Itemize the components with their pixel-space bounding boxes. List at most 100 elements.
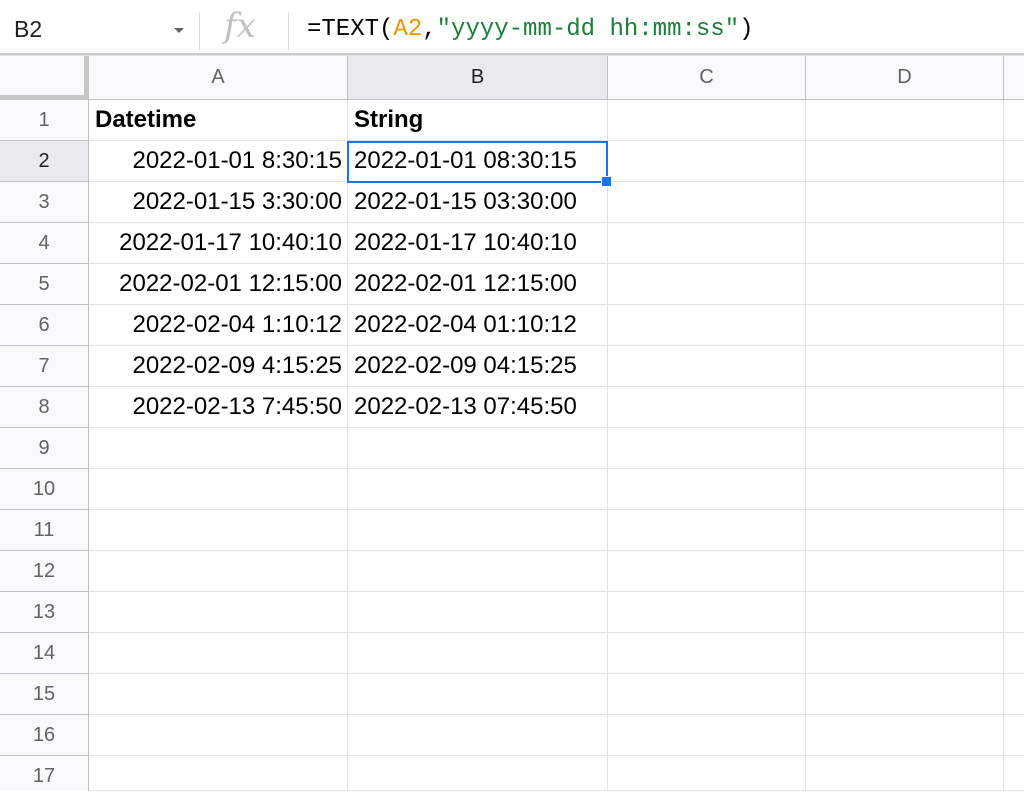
cell-a14[interactable]	[89, 633, 348, 674]
cell-d5[interactable]	[806, 264, 1004, 305]
row-header-12[interactable]: 12	[0, 551, 89, 592]
row-header-3[interactable]: 3	[0, 182, 89, 223]
row-header-16[interactable]: 16	[0, 715, 89, 756]
cell-a6[interactable]: 2022-02-04 1:10:12	[89, 305, 348, 346]
cell-b16[interactable]	[348, 715, 608, 756]
row-header-15[interactable]: 15	[0, 674, 89, 715]
cell-b4[interactable]: 2022-01-17 10:40:10	[348, 223, 608, 264]
column-header-d[interactable]: D	[806, 56, 1004, 100]
cell-e5[interactable]	[1004, 264, 1024, 305]
cell-c3[interactable]	[608, 182, 806, 223]
cell-e12[interactable]	[1004, 551, 1024, 592]
cell-a15[interactable]	[89, 674, 348, 715]
cell-e4[interactable]	[1004, 223, 1024, 264]
cell-e7[interactable]	[1004, 346, 1024, 387]
cell-d8[interactable]	[806, 387, 1004, 428]
cell-c11[interactable]	[608, 510, 806, 551]
cell-c15[interactable]	[608, 674, 806, 715]
cell-a9[interactable]	[89, 428, 348, 469]
name-box-dropdown-icon[interactable]	[174, 28, 184, 33]
cell-e16[interactable]	[1004, 715, 1024, 756]
cell-c4[interactable]	[608, 223, 806, 264]
cell-c6[interactable]	[608, 305, 806, 346]
cell-b8[interactable]: 2022-02-13 07:45:50	[348, 387, 608, 428]
cell-b2[interactable]: 2022-01-01 08:30:15	[348, 141, 608, 182]
cell-c16[interactable]	[608, 715, 806, 756]
cell-e8[interactable]	[1004, 387, 1024, 428]
cell-a17[interactable]	[89, 756, 348, 791]
row-header-5[interactable]: 5	[0, 264, 89, 305]
cell-e3[interactable]	[1004, 182, 1024, 223]
cell-d6[interactable]	[806, 305, 1004, 346]
cell-d11[interactable]	[806, 510, 1004, 551]
cell-a13[interactable]	[89, 592, 348, 633]
cell-b13[interactable]	[348, 592, 608, 633]
cell-e6[interactable]	[1004, 305, 1024, 346]
row-header-10[interactable]: 10	[0, 469, 89, 510]
cell-a4[interactable]: 2022-01-17 10:40:10	[89, 223, 348, 264]
cell-e17[interactable]	[1004, 756, 1024, 791]
cell-d15[interactable]	[806, 674, 1004, 715]
cell-d1[interactable]	[806, 100, 1004, 141]
row-header-8[interactable]: 8	[0, 387, 89, 428]
cell-d13[interactable]	[806, 592, 1004, 633]
column-header-e[interactable]	[1004, 56, 1024, 100]
cell-e9[interactable]	[1004, 428, 1024, 469]
cell-c5[interactable]	[608, 264, 806, 305]
cell-b3[interactable]: 2022-01-15 03:30:00	[348, 182, 608, 223]
cell-a10[interactable]	[89, 469, 348, 510]
cell-b5[interactable]: 2022-02-01 12:15:00	[348, 264, 608, 305]
cell-a12[interactable]	[89, 551, 348, 592]
row-header-4[interactable]: 4	[0, 223, 89, 264]
cell-e15[interactable]	[1004, 674, 1024, 715]
row-header-2[interactable]: 2	[0, 141, 89, 182]
cell-e1[interactable]	[1004, 100, 1024, 141]
cell-b14[interactable]	[348, 633, 608, 674]
cell-b11[interactable]	[348, 510, 608, 551]
row-header-7[interactable]: 7	[0, 346, 89, 387]
cell-c12[interactable]	[608, 551, 806, 592]
cell-b9[interactable]	[348, 428, 608, 469]
cell-d3[interactable]	[806, 182, 1004, 223]
cell-b6[interactable]: 2022-02-04 01:10:12	[348, 305, 608, 346]
row-header-6[interactable]: 6	[0, 305, 89, 346]
cell-d9[interactable]	[806, 428, 1004, 469]
column-header-c[interactable]: C	[608, 56, 806, 100]
column-header-b[interactable]: B	[348, 56, 608, 100]
cell-d2[interactable]	[806, 141, 1004, 182]
row-header-17[interactable]: 17	[0, 756, 89, 791]
cell-a8[interactable]: 2022-02-13 7:45:50	[89, 387, 348, 428]
cell-c2[interactable]	[608, 141, 806, 182]
cell-c9[interactable]	[608, 428, 806, 469]
cell-d17[interactable]	[806, 756, 1004, 791]
row-header-11[interactable]: 11	[0, 510, 89, 551]
select-all-corner[interactable]	[0, 56, 88, 99]
cell-e10[interactable]	[1004, 469, 1024, 510]
cell-c1[interactable]	[608, 100, 806, 141]
cell-c14[interactable]	[608, 633, 806, 674]
row-header-9[interactable]: 9	[0, 428, 89, 469]
row-header-1[interactable]: 1	[0, 100, 89, 141]
cell-a3[interactable]: 2022-01-15 3:30:00	[89, 182, 348, 223]
row-header-13[interactable]: 13	[0, 592, 89, 633]
cell-e14[interactable]	[1004, 633, 1024, 674]
cell-a7[interactable]: 2022-02-09 4:15:25	[89, 346, 348, 387]
cell-b17[interactable]	[348, 756, 608, 791]
cell-a5[interactable]: 2022-02-01 12:15:00	[89, 264, 348, 305]
cell-d12[interactable]	[806, 551, 1004, 592]
cell-a2[interactable]: 2022-01-01 8:30:15	[89, 141, 348, 182]
cell-d7[interactable]	[806, 346, 1004, 387]
column-header-a[interactable]: A	[89, 56, 348, 100]
cell-e2[interactable]	[1004, 141, 1024, 182]
cell-c10[interactable]	[608, 469, 806, 510]
formula-input[interactable]: =TEXT(A2,"yyyy-mm-dd hh:mm:ss")	[307, 16, 754, 43]
cell-b1[interactable]: String	[348, 100, 608, 141]
cell-c8[interactable]	[608, 387, 806, 428]
cell-a11[interactable]	[89, 510, 348, 551]
cell-d14[interactable]	[806, 633, 1004, 674]
cell-c17[interactable]	[608, 756, 806, 791]
cell-d16[interactable]	[806, 715, 1004, 756]
cell-c13[interactable]	[608, 592, 806, 633]
cell-a16[interactable]	[89, 715, 348, 756]
cell-b7[interactable]: 2022-02-09 04:15:25	[348, 346, 608, 387]
